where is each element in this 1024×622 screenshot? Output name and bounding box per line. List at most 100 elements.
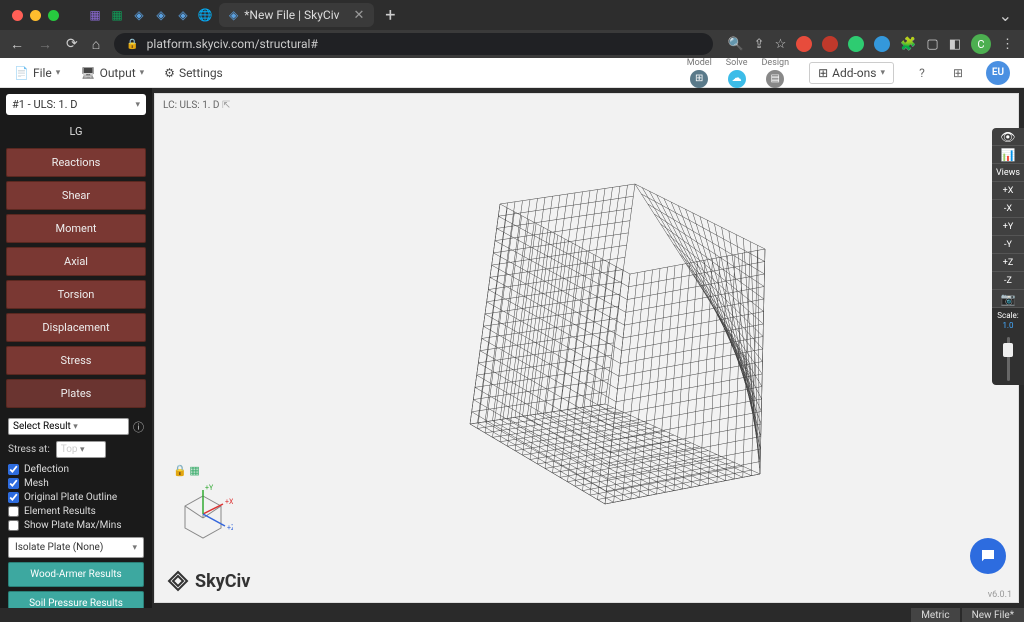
scale-slider[interactable]: [992, 333, 1024, 385]
view-btn-plus-z[interactable]: +Z: [992, 254, 1024, 272]
moment-button[interactable]: Moment: [6, 214, 146, 243]
view-btn-minus-y[interactable]: -Y: [992, 236, 1024, 254]
checkbox-show-plate-max/mins[interactable]: Show Plate Max/Mins: [8, 520, 144, 531]
isolate-plate-dropdown[interactable]: Isolate Plate (None) ▾: [8, 537, 144, 558]
browser-menu-icon[interactable]: ⋮: [1001, 37, 1014, 52]
profile-avatar[interactable]: C: [971, 34, 991, 54]
results-sidebar: #1 - ULS: 1. D ▾ LG Reactions Shear Mome…: [0, 88, 152, 608]
apps-icon[interactable]: ⊞: [950, 65, 966, 81]
close-window[interactable]: [12, 10, 23, 21]
checkbox-element-results[interactable]: Element Results: [8, 506, 144, 517]
soil-pressure-button[interactable]: Soil Pressure Results: [8, 591, 144, 608]
plate-options-panel: Select Result ▾ ⓘ Stress at: Top ▾ Defle…: [6, 412, 146, 608]
file-menu[interactable]: 📄 File ▾: [14, 66, 60, 80]
units-indicator[interactable]: Metric: [911, 608, 959, 622]
browser-titlebar: ▦ ▦ ◈ ◈ ◈ 🌐 ◈ *New File | SkyCiv ✕ + ⌄: [0, 0, 1024, 30]
model-mode[interactable]: Model⊞: [687, 58, 712, 88]
share-icon[interactable]: ⇪: [754, 37, 765, 52]
view-btn-eye[interactable]: 👁: [992, 128, 1024, 146]
back-button[interactable]: ←: [10, 36, 24, 53]
checkbox-original-plate-outline[interactable]: Original Plate Outline: [8, 492, 144, 503]
torsion-button[interactable]: Torsion: [6, 280, 146, 309]
help-icon[interactable]: ?: [914, 65, 930, 81]
close-tab-icon[interactable]: ✕: [353, 8, 364, 23]
view-btn-plus-y[interactable]: +Y: [992, 218, 1024, 236]
extension-icon[interactable]: [822, 36, 838, 52]
view-btn-camera[interactable]: 📷: [992, 290, 1024, 308]
user-avatar[interactable]: EU: [986, 61, 1010, 85]
stress-button[interactable]: Stress: [6, 346, 146, 375]
extension-icon[interactable]: [848, 36, 864, 52]
checkbox-mesh[interactable]: Mesh: [8, 478, 144, 489]
status-bar: Metric New File*: [0, 608, 1024, 622]
monitor-icon: 🖥: [80, 66, 95, 80]
forward-button[interactable]: →: [38, 36, 52, 53]
app-tab-icon[interactable]: ◈: [153, 7, 169, 23]
app-toolbar: 📄 File ▾ 🖥 Output ▾ ⚙ Settings Model⊞ So…: [0, 58, 1024, 88]
address-bar[interactable]: 🔒 platform.skyciv.com/structural#: [114, 33, 713, 55]
skyciv-brand: SkyCiv: [167, 570, 250, 592]
app-tab-icon[interactable]: ◈: [131, 7, 147, 23]
app-tab-icon[interactable]: 🌐: [197, 7, 213, 23]
reload-button[interactable]: ⟳: [66, 36, 78, 52]
extension-icon[interactable]: [796, 36, 812, 52]
axial-button[interactable]: Axial: [6, 247, 146, 276]
tab-title: *New File | SkyCiv: [244, 8, 339, 22]
view-controls-rail: 👁📊Views+X-X+Y-Y+Z-Z📷Scale:1.0: [992, 128, 1024, 385]
view-btn-chart[interactable]: 📊: [992, 146, 1024, 164]
checkbox-deflection[interactable]: Deflection: [8, 464, 144, 475]
viewport-3d[interactable]: LC: ULS: 1. D ⇱ 🔒 ▦ +X +Y +Z SkyCiv v6.0…: [154, 93, 1019, 603]
checkbox-input[interactable]: [8, 478, 19, 489]
grid-icon: ⊞: [818, 66, 828, 80]
displacement-button[interactable]: Displacement: [6, 313, 146, 342]
addons-button[interactable]: ⊞ Add-ons ▾: [809, 62, 894, 84]
checkbox-input[interactable]: [8, 492, 19, 503]
cast-icon[interactable]: ▢: [926, 37, 938, 52]
view-lock-icons[interactable]: 🔒 ▦: [173, 464, 200, 477]
bookmark-icon[interactable]: ☆: [775, 37, 787, 52]
traffic-lights: [12, 10, 59, 21]
extensions-menu-icon[interactable]: 🧩: [900, 37, 916, 52]
chevron-down-icon[interactable]: ⌄: [999, 6, 1012, 25]
view-btn-views[interactable]: Views: [992, 164, 1024, 182]
scale-label: Scale:1.0: [992, 308, 1024, 333]
chat-support-button[interactable]: [970, 538, 1006, 574]
load-combo-select[interactable]: #1 - ULS: 1. D ▾: [6, 94, 146, 115]
svg-text:+Y: +Y: [205, 484, 214, 492]
plates-button[interactable]: Plates: [6, 379, 146, 408]
app-tab-icon[interactable]: ▦: [87, 7, 103, 23]
view-btn-minus-z[interactable]: -Z: [992, 272, 1024, 290]
settings-menu[interactable]: ⚙ Settings: [164, 66, 223, 80]
reactions-button[interactable]: Reactions: [6, 148, 146, 177]
chevron-down-icon: ▾: [140, 68, 145, 78]
checkbox-list: Deflection Mesh Original Plate Outline Elem…: [8, 464, 144, 531]
home-button[interactable]: ⌂: [92, 36, 100, 53]
solve-mode[interactable]: Solve☁: [726, 58, 748, 88]
view-btn-minus-x[interactable]: -X: [992, 200, 1024, 218]
checkbox-input[interactable]: [8, 520, 19, 531]
info-icon[interactable]: ⓘ: [133, 419, 144, 435]
filename-indicator[interactable]: New File*: [962, 608, 1024, 622]
app-tab-icon[interactable]: ▦: [109, 7, 125, 23]
output-menu[interactable]: 🖥 Output ▾: [80, 66, 144, 80]
app-tab-icon[interactable]: ◈: [175, 7, 191, 23]
sidepanel-icon[interactable]: ◧: [949, 37, 961, 52]
stress-at-label: Stress at:: [8, 444, 50, 455]
checkbox-input[interactable]: [8, 464, 19, 475]
shear-button[interactable]: Shear: [6, 181, 146, 210]
minimize-window[interactable]: [30, 10, 41, 21]
wood-armer-button[interactable]: Wood-Armer Results: [8, 562, 144, 587]
search-icon[interactable]: 🔍: [727, 37, 743, 52]
maximize-window[interactable]: [48, 10, 59, 21]
axis-orientation-widget[interactable]: +X +Y +Z: [173, 484, 233, 544]
mesh-rendering: [305, 174, 865, 594]
design-mode[interactable]: Design▤: [762, 58, 790, 88]
stress-at-dropdown[interactable]: Top ▾: [56, 441, 106, 458]
extension-icon[interactable]: [874, 36, 890, 52]
new-tab-button[interactable]: +: [380, 5, 400, 26]
view-btn-plus-x[interactable]: +X: [992, 182, 1024, 200]
select-result-dropdown[interactable]: Select Result ▾: [8, 418, 129, 435]
url-text: platform.skyciv.com/structural#: [147, 37, 318, 51]
checkbox-input[interactable]: [8, 506, 19, 517]
browser-tab-active[interactable]: ◈ *New File | SkyCiv ✕: [219, 3, 374, 27]
